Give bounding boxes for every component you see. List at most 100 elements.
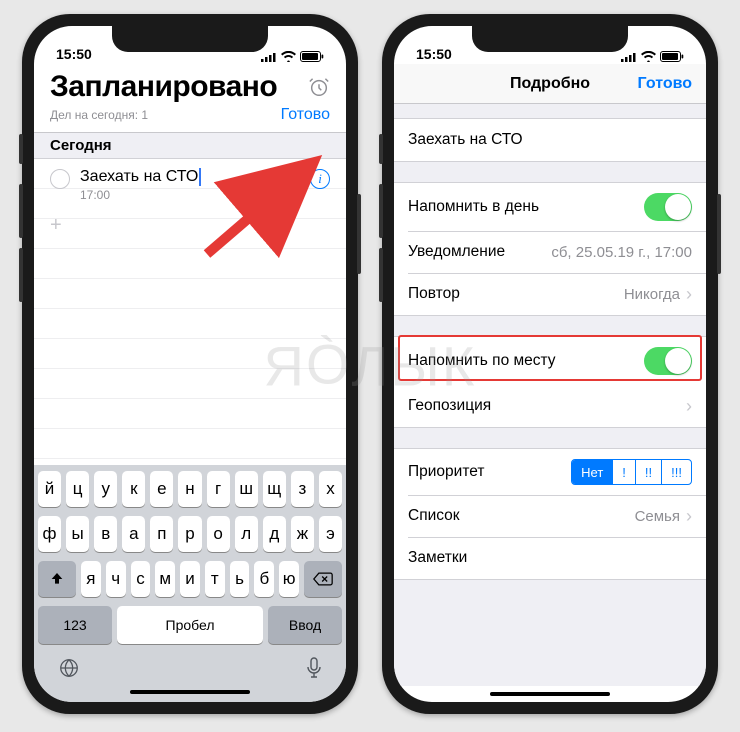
mute-switch: [379, 134, 383, 164]
list-cell[interactable]: Список Семья ›: [394, 495, 706, 537]
priority-cell: Приоритет Нет!!!!!!: [394, 449, 706, 495]
side-button: [357, 194, 361, 274]
priority-option-3[interactable]: !!!: [661, 460, 691, 484]
alarm-icon[interactable]: [308, 76, 330, 103]
nav-header: Запланировано Дел на сегодня: 1 Готово: [34, 64, 346, 133]
volume-up: [379, 184, 383, 238]
key-ю[interactable]: ю: [279, 561, 299, 597]
reminder-title-input[interactable]: Заехать на СТО: [80, 167, 300, 187]
cellular-icon: [261, 52, 277, 62]
nav-header: Подробно Готово: [394, 64, 706, 104]
page-title: Запланировано: [50, 70, 277, 104]
key-ы[interactable]: ы: [66, 516, 89, 552]
key-ш[interactable]: ш: [235, 471, 258, 507]
key-э[interactable]: э: [319, 516, 342, 552]
key-г[interactable]: г: [207, 471, 230, 507]
notes-cell[interactable]: Заметки: [394, 537, 706, 579]
key-у[interactable]: у: [94, 471, 117, 507]
keyboard[interactable]: йцукенгшщзх фывапролджэ ячсмитьбю 123 Пр…: [34, 465, 346, 702]
volume-down: [19, 248, 23, 302]
notch: [472, 26, 628, 52]
volume-down: [379, 248, 383, 302]
key-б[interactable]: б: [254, 561, 274, 597]
key-я[interactable]: я: [81, 561, 101, 597]
key-к[interactable]: к: [122, 471, 145, 507]
remind-at-location-toggle[interactable]: [644, 347, 692, 375]
priority-option-0[interactable]: Нет: [572, 460, 612, 484]
status-indicators: [261, 51, 324, 62]
key-л[interactable]: л: [235, 516, 258, 552]
key-р[interactable]: р: [178, 516, 201, 552]
key-щ[interactable]: щ: [263, 471, 286, 507]
key-с[interactable]: с: [131, 561, 151, 597]
remind-on-day-cell: Напомнить в день: [394, 183, 706, 231]
status-indicators: [621, 51, 684, 62]
chevron-right-icon: ›: [686, 284, 692, 305]
reminders-list: Заехать на СТО 17:00 i +: [34, 159, 346, 465]
key-ч[interactable]: ч: [106, 561, 126, 597]
priority-option-1[interactable]: !: [612, 460, 635, 484]
cellular-icon: [621, 52, 637, 62]
key-ж[interactable]: ж: [291, 516, 314, 552]
geoposition-cell[interactable]: Геопозиция ›: [394, 385, 706, 427]
home-indicator[interactable]: [490, 692, 610, 696]
key-о[interactable]: о: [207, 516, 230, 552]
key-в[interactable]: в: [94, 516, 117, 552]
keyboard-row-3: ячсмитьбю: [38, 561, 342, 597]
key-и[interactable]: и: [180, 561, 200, 597]
volume-up: [19, 184, 23, 238]
nav-title: Подробно: [510, 75, 590, 93]
key-д[interactable]: д: [263, 516, 286, 552]
section-header-today: Сегодня: [34, 133, 346, 159]
key-ц[interactable]: ц: [66, 471, 89, 507]
space-key[interactable]: Пробел: [117, 606, 263, 644]
remind-at-location-cell: Напомнить по месту: [394, 337, 706, 385]
chevron-right-icon: ›: [686, 396, 692, 417]
key-х[interactable]: х: [319, 471, 342, 507]
side-button: [717, 194, 721, 274]
settings-body[interactable]: Заехать на СТО Напомнить в день Уведомле…: [394, 104, 706, 686]
wifi-icon: [641, 51, 656, 62]
wifi-icon: [281, 51, 296, 62]
done-button[interactable]: Готово: [638, 75, 692, 93]
status-time: 15:50: [56, 46, 92, 62]
globe-icon[interactable]: [58, 657, 80, 684]
add-reminder-button[interactable]: +: [34, 208, 346, 243]
done-button[interactable]: Готово: [281, 106, 330, 124]
shift-key[interactable]: [38, 561, 76, 597]
key-й[interactable]: й: [38, 471, 61, 507]
keyboard-row-1: йцукенгшщзх: [38, 471, 342, 507]
phone-right: 15:50 Подробно Готово Заехать на СТО: [382, 14, 718, 714]
mute-switch: [19, 134, 23, 164]
priority-option-2[interactable]: !!: [635, 460, 661, 484]
key-ь[interactable]: ь: [230, 561, 250, 597]
numeric-key[interactable]: 123: [38, 606, 112, 644]
enter-key[interactable]: Ввод: [268, 606, 342, 644]
notification-cell[interactable]: Уведомление сб, 25.05.19 г., 17:00: [394, 231, 706, 273]
battery-icon: [660, 51, 684, 62]
battery-icon: [300, 51, 324, 62]
key-н[interactable]: н: [178, 471, 201, 507]
reminder-checkbox[interactable]: [50, 169, 70, 189]
key-ф[interactable]: ф: [38, 516, 61, 552]
mic-icon[interactable]: [306, 657, 322, 684]
reminder-title-cell[interactable]: Заехать на СТО: [394, 119, 706, 161]
repeat-cell[interactable]: Повтор Никогда ›: [394, 273, 706, 315]
key-а[interactable]: а: [122, 516, 145, 552]
key-е[interactable]: е: [150, 471, 173, 507]
chevron-right-icon: ›: [686, 506, 692, 527]
notch: [112, 26, 268, 52]
info-icon[interactable]: i: [310, 169, 330, 189]
phone-left: 15:50 Запланировано Дел на сегодня: 1 Го…: [22, 14, 358, 714]
keyboard-row-2: фывапролджэ: [38, 516, 342, 552]
key-п[interactable]: п: [150, 516, 173, 552]
backspace-key[interactable]: [304, 561, 342, 597]
priority-segmented[interactable]: Нет!!!!!!: [571, 459, 692, 485]
status-time: 15:50: [416, 46, 452, 62]
home-indicator[interactable]: [130, 690, 250, 694]
key-т[interactable]: т: [205, 561, 225, 597]
reminder-row[interactable]: Заехать на СТО 17:00 i: [34, 159, 346, 208]
key-з[interactable]: з: [291, 471, 314, 507]
remind-on-day-toggle[interactable]: [644, 193, 692, 221]
key-м[interactable]: м: [155, 561, 175, 597]
